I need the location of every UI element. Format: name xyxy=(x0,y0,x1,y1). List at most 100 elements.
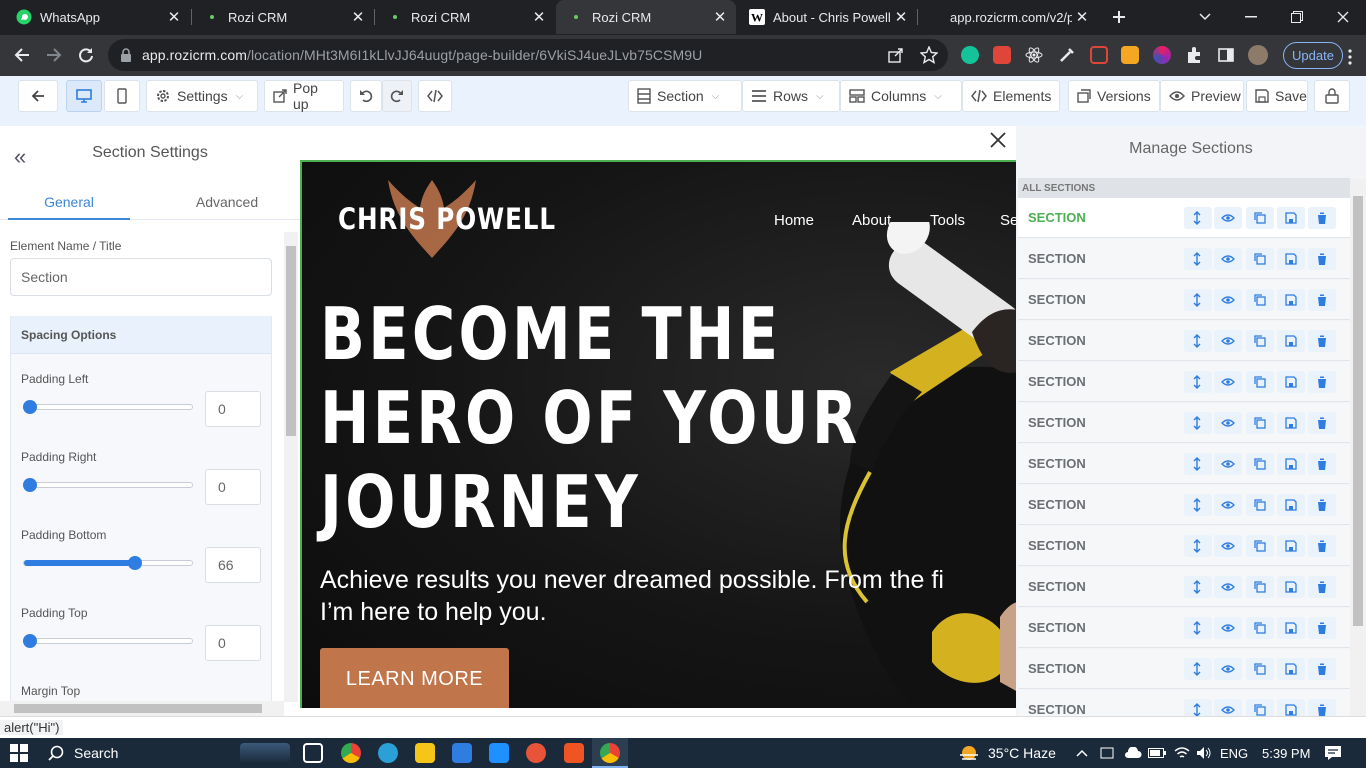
columns-menu-button[interactable]: Columns ⌵ xyxy=(840,80,962,112)
save-icon[interactable] xyxy=(1277,248,1305,270)
nav-tools[interactable]: Tools xyxy=(930,212,965,229)
clock[interactable]: 5:39 PM xyxy=(1262,738,1310,768)
elements-menu-button[interactable]: Elements xyxy=(962,80,1060,112)
move-icon[interactable] xyxy=(1184,248,1212,270)
lock-layout-button[interactable] xyxy=(1314,80,1350,112)
close-tab-icon[interactable]: ✕ xyxy=(529,8,549,26)
copy-icon[interactable] xyxy=(1246,658,1274,680)
trash-icon[interactable] xyxy=(1308,330,1336,352)
chevron-up-icon[interactable] xyxy=(1076,738,1088,768)
popup-button[interactable]: Pop up xyxy=(264,80,344,112)
eye-icon[interactable] xyxy=(1214,453,1242,475)
rows-menu-button[interactable]: Rows ⌵ xyxy=(742,80,840,112)
chrome-active-tab[interactable] xyxy=(592,738,628,768)
save-icon[interactable] xyxy=(1277,207,1305,229)
volume-icon[interactable] xyxy=(1196,738,1212,768)
hero-section[interactable]: CHRIS POWELL Home About Tools Se BECOME … xyxy=(300,160,1016,708)
scroll-thumb[interactable] xyxy=(1353,196,1363,626)
copy-icon[interactable] xyxy=(1246,248,1274,270)
close-tab-icon[interactable]: ✕ xyxy=(710,8,730,26)
slider-handle[interactable] xyxy=(23,478,37,492)
nav-home[interactable]: Home xyxy=(774,212,814,229)
padding-right-input[interactable]: 0 xyxy=(205,469,261,505)
trash-icon[interactable] xyxy=(1308,617,1336,639)
padding-top-input[interactable]: 0 xyxy=(205,625,261,661)
eye-icon[interactable] xyxy=(1214,412,1242,434)
taskbar-search[interactable]: Search xyxy=(48,738,118,768)
trash-icon[interactable] xyxy=(1308,576,1336,598)
tab-rozi-crm-active[interactable]: Rozi CRM ✕ xyxy=(556,0,736,34)
eye-icon[interactable] xyxy=(1214,289,1242,311)
extension-circle-icon[interactable] xyxy=(1153,46,1171,64)
save-icon[interactable] xyxy=(1277,453,1305,475)
eye-icon[interactable] xyxy=(1214,248,1242,270)
app-orange-icon[interactable] xyxy=(526,743,546,763)
close-tab-icon[interactable]: ✕ xyxy=(348,8,368,26)
section-row[interactable]: SECTION xyxy=(1018,567,1350,607)
section-row[interactable]: SECTION xyxy=(1018,321,1350,361)
move-icon[interactable] xyxy=(1184,576,1212,598)
trash-icon[interactable] xyxy=(1308,412,1336,434)
wifi-icon[interactable] xyxy=(1174,738,1190,768)
section-row[interactable]: SECTION xyxy=(1018,362,1350,402)
forward-arrow-icon[interactable] xyxy=(40,41,68,69)
back-button[interactable] xyxy=(18,80,58,112)
move-icon[interactable] xyxy=(1184,535,1212,557)
file-explorer-icon[interactable] xyxy=(415,743,435,763)
new-tab-icon[interactable] xyxy=(1096,0,1142,34)
device-icon[interactable] xyxy=(1100,738,1114,768)
preview-button[interactable]: Preview xyxy=(1160,80,1244,112)
copy-icon[interactable] xyxy=(1246,289,1274,311)
move-icon[interactable] xyxy=(1184,617,1212,639)
move-icon[interactable] xyxy=(1184,330,1212,352)
slider-handle[interactable] xyxy=(23,634,37,648)
puzzle-icon[interactable] xyxy=(1185,46,1203,64)
copy-icon[interactable] xyxy=(1246,617,1274,639)
save-icon[interactable] xyxy=(1277,289,1305,311)
address-bar[interactable]: app.rozicrm.com/location/MHt3M6I1kLlvJJ6… xyxy=(108,39,948,71)
back-arrow-icon[interactable] xyxy=(8,41,36,69)
tab-rozi-url[interactable]: app.rozicrm.com/v2/p ✕ xyxy=(918,0,1098,34)
save-icon[interactable] xyxy=(1277,412,1305,434)
copy-icon[interactable] xyxy=(1246,330,1274,352)
padding-bottom-slider[interactable] xyxy=(23,556,193,570)
tab-about-chris-powell[interactable]: W About - Chris Powell ✕ xyxy=(737,0,917,34)
panel-horizontal-scrollbar[interactable] xyxy=(0,701,284,716)
chrome-icon[interactable] xyxy=(341,743,361,763)
section-row[interactable]: SECTION xyxy=(1018,198,1350,238)
versions-button[interactable]: Versions xyxy=(1068,80,1160,112)
undo-button[interactable] xyxy=(350,80,382,112)
trash-icon[interactable] xyxy=(1308,658,1336,680)
learn-more-button[interactable]: LEARN MORE xyxy=(320,648,509,708)
desktop-view-button[interactable] xyxy=(66,80,102,112)
browser-menu-icon[interactable] xyxy=(1340,43,1360,71)
section-row[interactable]: SECTION xyxy=(1018,526,1350,566)
move-icon[interactable] xyxy=(1184,289,1212,311)
eye-icon[interactable] xyxy=(1214,617,1242,639)
save-icon[interactable] xyxy=(1277,576,1305,598)
mail-icon[interactable] xyxy=(489,743,509,763)
tab-rozi-crm-1[interactable]: Rozi CRM ✕ xyxy=(192,0,374,34)
save-icon[interactable] xyxy=(1277,658,1305,680)
restore-icon[interactable] xyxy=(1274,0,1320,34)
slider-handle[interactable] xyxy=(23,400,37,414)
trash-icon[interactable] xyxy=(1308,494,1336,516)
redo-button[interactable] xyxy=(382,80,412,112)
copy-icon[interactable] xyxy=(1246,576,1274,598)
minimize-icon[interactable] xyxy=(1228,0,1274,34)
trash-icon[interactable] xyxy=(1308,207,1336,229)
extension-orange-icon[interactable] xyxy=(1121,46,1139,64)
tab-general[interactable]: General xyxy=(8,194,130,220)
save-icon[interactable] xyxy=(1277,371,1305,393)
sidepanel-icon[interactable] xyxy=(1217,46,1235,64)
copy-icon[interactable] xyxy=(1246,371,1274,393)
trash-icon[interactable] xyxy=(1308,289,1336,311)
eye-icon[interactable] xyxy=(1214,371,1242,393)
move-icon[interactable] xyxy=(1184,207,1212,229)
copy-icon[interactable] xyxy=(1246,412,1274,434)
cloud-icon[interactable] xyxy=(1124,738,1142,768)
padding-left-input[interactable]: 0 xyxy=(205,391,261,427)
react-icon[interactable] xyxy=(1025,46,1043,64)
save-icon[interactable] xyxy=(1277,330,1305,352)
trash-icon[interactable] xyxy=(1308,248,1336,270)
